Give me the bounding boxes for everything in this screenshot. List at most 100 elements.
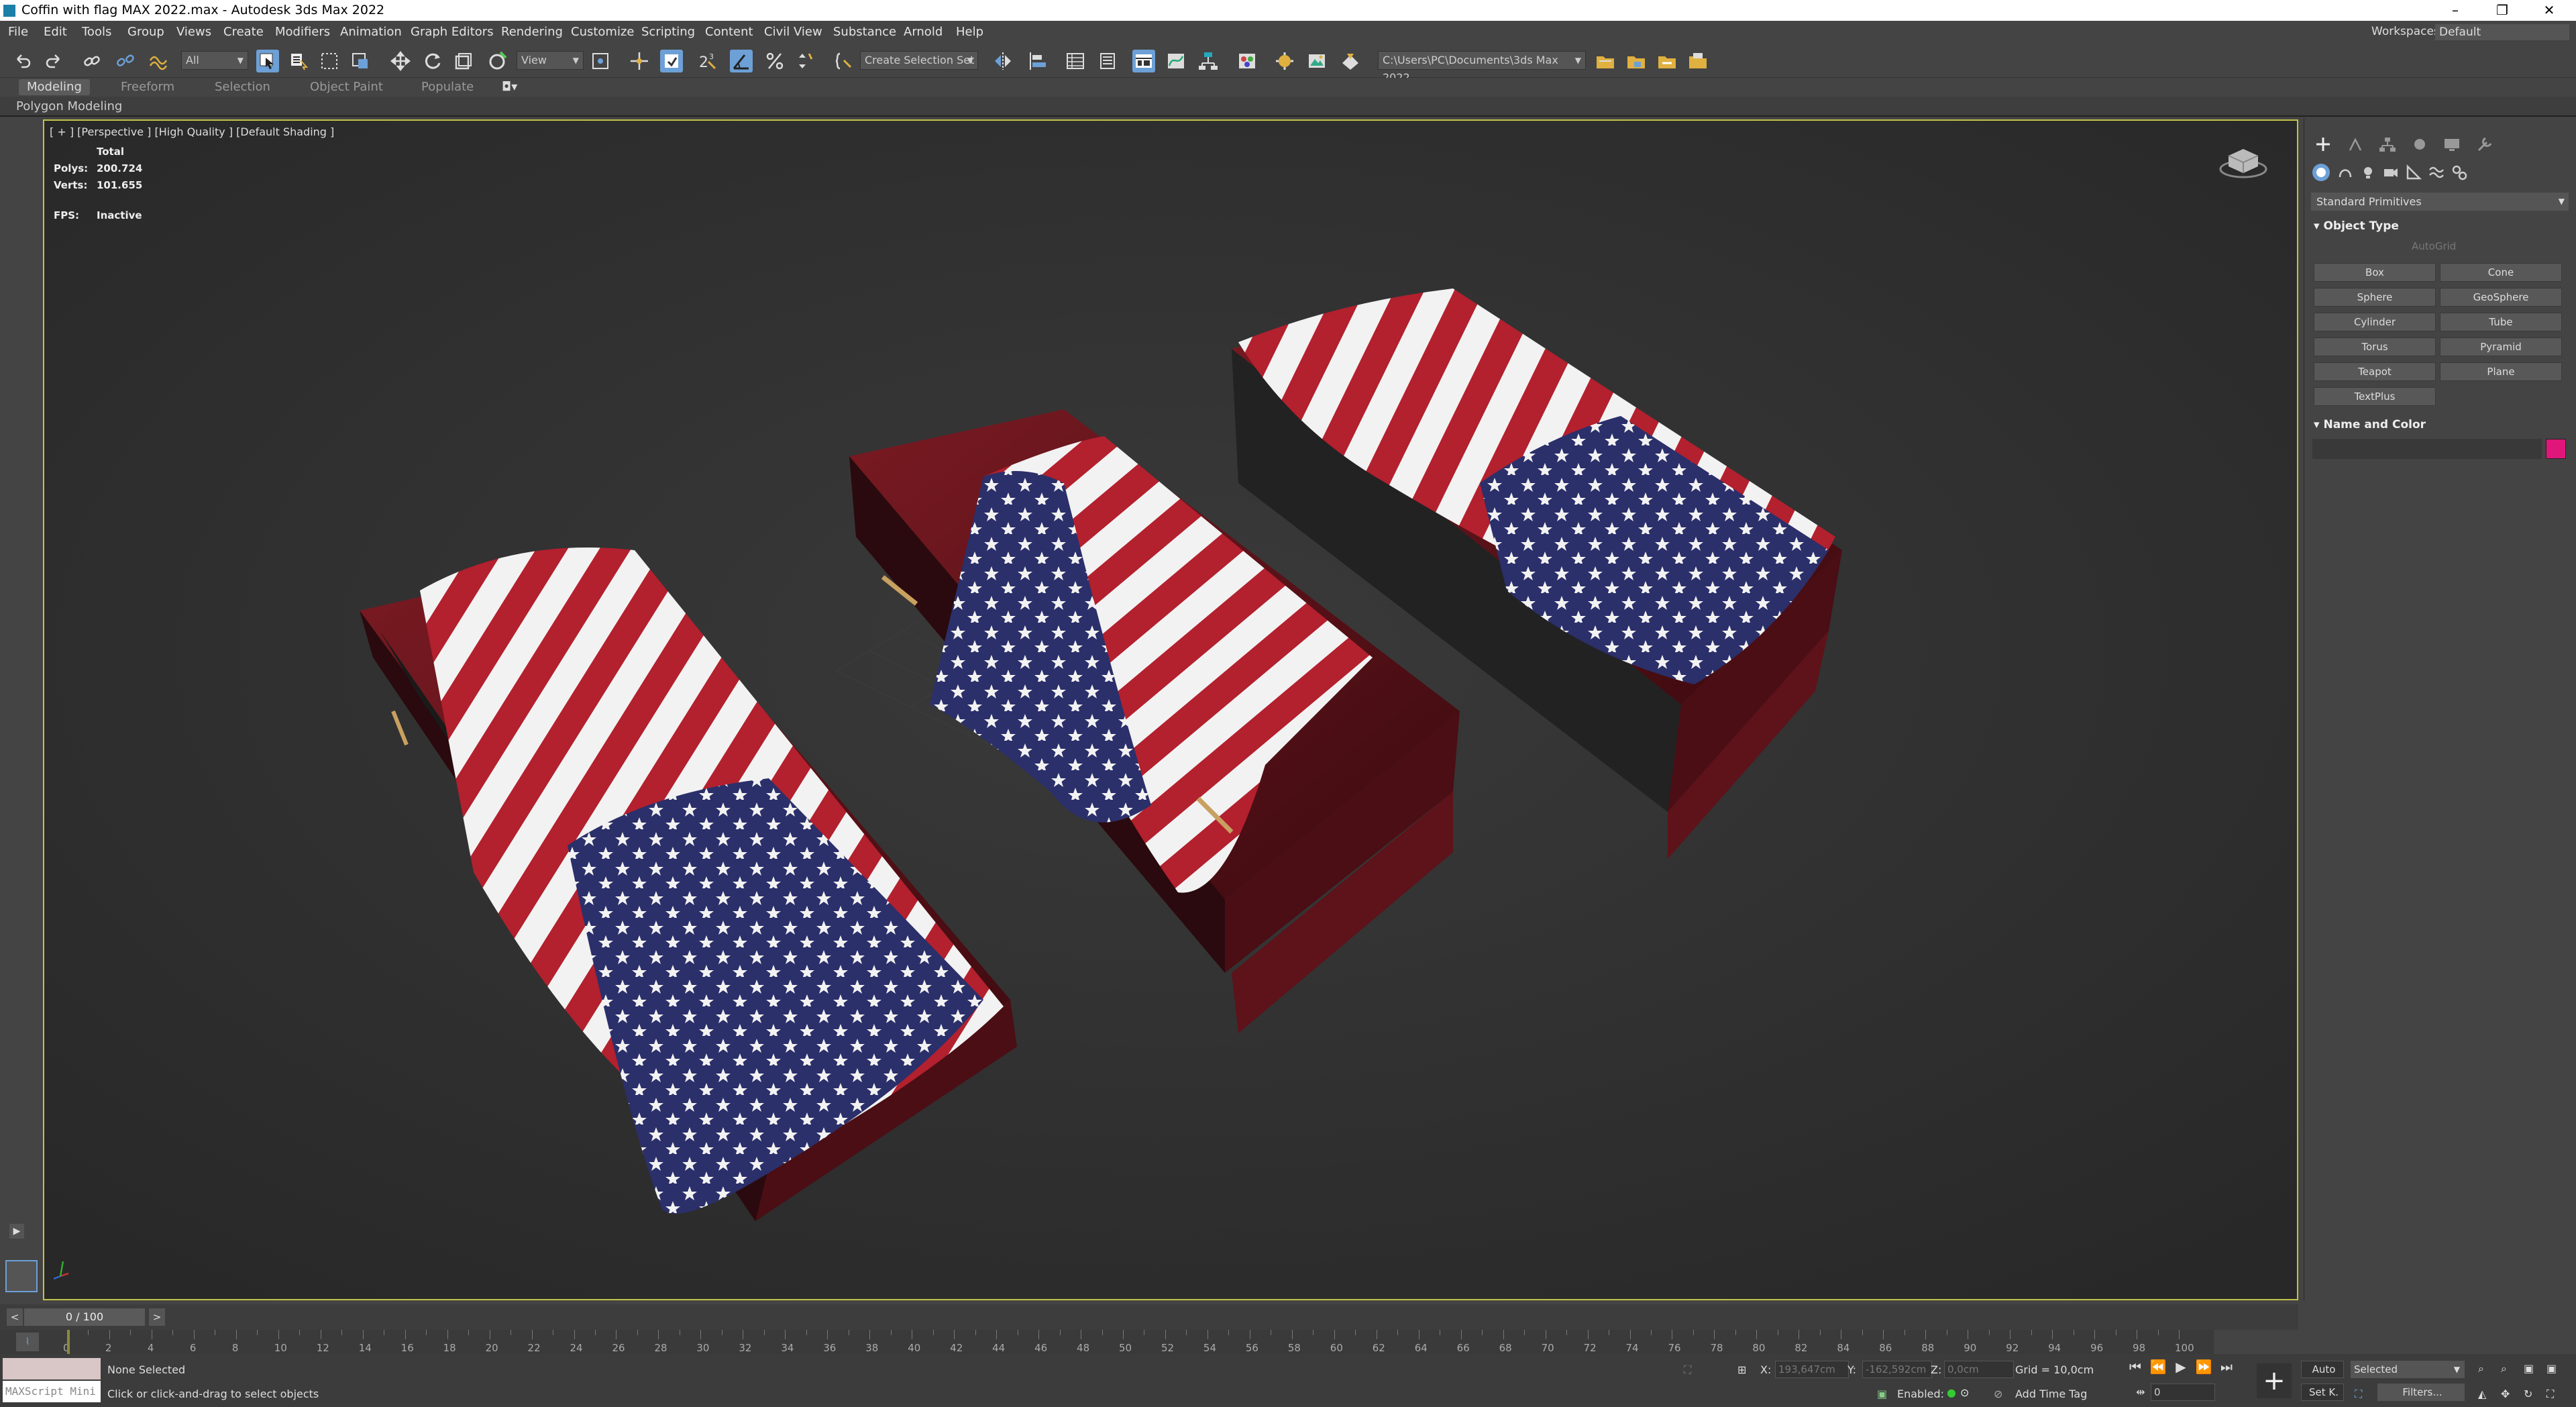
mirror-icon[interactable]	[991, 50, 1014, 72]
named-selection-set-dropdown[interactable]: Create Selection Set ▼	[860, 51, 978, 70]
ribbon-toggle-icon[interactable]	[1132, 50, 1155, 72]
teapot-button[interactable]: Teapot	[2314, 362, 2436, 381]
enabled-toggle[interactable]: ⊙	[1960, 1386, 1969, 1399]
viewport-layout-thumbnail[interactable]	[5, 1260, 38, 1292]
align-icon[interactable]	[1026, 50, 1049, 72]
ribbon-tab-freeform[interactable]: Freeform	[113, 79, 182, 95]
open-explorer-icon[interactable]	[1594, 50, 1617, 72]
play-icon[interactable]: ▶	[2169, 1357, 2192, 1377]
textplus-button[interactable]: TextPlus	[2314, 387, 2436, 406]
spinner-snap-icon[interactable]	[794, 50, 817, 72]
z-coordinate-field[interactable]: 0,0cm	[1944, 1361, 2014, 1378]
menu-modifiers[interactable]: Modifiers	[275, 21, 330, 43]
menu-civil-view[interactable]: Civil View	[764, 21, 822, 43]
orbit-icon[interactable]: ↻	[2524, 1388, 2532, 1400]
geosphere-button[interactable]: GeoSphere	[2440, 288, 2562, 307]
ribbon-tab-selection[interactable]: Selection	[207, 79, 278, 95]
schematic-view-icon[interactable]	[1197, 50, 1220, 72]
torus-button[interactable]: Torus	[2314, 337, 2436, 356]
track-bar[interactable]: ⌇ 0 2 4 6 8 10 12 14 16 18 20 22 24 26 28 30 32 34 36 38 40 4…	[0, 1330, 2214, 1354]
time-slider-thumb[interactable]: 0 / 100	[24, 1308, 145, 1326]
workspaces-dropdown[interactable]: Default	[2435, 24, 2569, 40]
menu-rendering[interactable]: Rendering	[501, 21, 563, 43]
menu-graph-editors[interactable]: Graph Editors	[411, 21, 494, 43]
set-key-button[interactable]: Set K.	[2301, 1384, 2344, 1401]
curve-editor-icon[interactable]	[1165, 50, 1187, 72]
zoom-extents-icon[interactable]: ▣	[2524, 1362, 2534, 1375]
ribbon-tab-object-paint[interactable]: Object Paint	[302, 79, 391, 95]
maxscript-listener[interactable]	[3, 1358, 101, 1379]
maximize-viewport-icon[interactable]: ⛶	[2546, 1388, 2554, 1401]
pyramid-button[interactable]: Pyramid	[2440, 337, 2562, 356]
minimize-button[interactable]: –	[2428, 0, 2482, 21]
hierarchy-tab-icon[interactable]	[2377, 134, 2398, 154]
select-manipulate-icon[interactable]	[628, 50, 651, 72]
ribbon-tab-modeling[interactable]: Modeling	[19, 79, 90, 95]
edit-named-selection-icon[interactable]	[832, 50, 855, 72]
pivot-center-icon[interactable]	[589, 50, 612, 72]
time-slider-prev[interactable]: <	[7, 1308, 23, 1326]
window-crossing-icon[interactable]	[349, 50, 372, 72]
sphere-button[interactable]: Sphere	[2314, 288, 2436, 307]
display-tab-icon[interactable]	[2441, 134, 2463, 154]
rotate-icon[interactable]	[421, 50, 444, 72]
move-icon[interactable]	[389, 50, 412, 72]
polygon-modeling-panel[interactable]: Polygon Modeling	[16, 97, 122, 117]
render-setup-icon[interactable]	[1273, 50, 1296, 72]
redo-icon[interactable]	[43, 50, 66, 72]
project-path-dropdown[interactable]: C:\Users\PC\Documents\3ds Max 2022▼	[1378, 51, 1586, 84]
perspective-viewport[interactable]: [ + ] [Perspective ] [High Quality ] [De…	[43, 119, 2298, 1300]
menu-group[interactable]: Group	[127, 21, 164, 43]
key-mode-icon[interactable]: ⇹	[2129, 1382, 2152, 1402]
add-time-tag[interactable]: Add Time Tag	[2015, 1388, 2087, 1400]
project-templates-icon[interactable]	[1686, 50, 1709, 72]
project-folder-icon[interactable]	[1625, 50, 1648, 72]
goto-start-icon[interactable]: ⏮	[2124, 1357, 2147, 1377]
autogrid-checkbox[interactable]: AutoGrid	[2412, 240, 2456, 252]
previous-frame-icon[interactable]: ⏪	[2147, 1357, 2169, 1377]
zoom-icon[interactable]: ⌕	[2478, 1362, 2484, 1375]
helpers-icon[interactable]	[2405, 164, 2422, 181]
auto-key-button[interactable]: Auto	[2301, 1361, 2344, 1378]
undo-icon[interactable]	[11, 50, 34, 72]
menu-animation[interactable]: Animation	[340, 21, 402, 43]
menu-create[interactable]: Create	[223, 21, 264, 43]
set-project-icon[interactable]	[1656, 50, 1678, 72]
time-slider-next[interactable]: >	[149, 1308, 165, 1326]
render-production-icon[interactable]	[1339, 50, 1362, 72]
place-icon[interactable]	[486, 50, 508, 72]
keyboard-shortcut-override-icon[interactable]	[660, 50, 683, 72]
adaptive-degradation-icon[interactable]: ▣	[1877, 1388, 1887, 1400]
plane-button[interactable]: Plane	[2440, 362, 2562, 381]
bind-space-warp-icon[interactable]	[146, 50, 169, 72]
x-coordinate-field[interactable]: 193,647cm	[1775, 1361, 1849, 1378]
time-slider[interactable]: < 0 / 100 >	[0, 1304, 2298, 1330]
zoom-all-icon[interactable]: ⌕	[2501, 1362, 2507, 1375]
geometry-icon[interactable]	[2312, 164, 2330, 181]
link-icon[interactable]	[80, 50, 103, 72]
isolate-selection-icon[interactable]: ⛶	[1684, 1363, 1691, 1377]
viewcube-icon[interactable]	[2219, 142, 2267, 180]
select-object-icon[interactable]	[256, 50, 279, 72]
expand-layout-icon[interactable]: ▶	[9, 1224, 24, 1239]
shapes-icon[interactable]	[2337, 164, 2354, 181]
utilities-tab-icon[interactable]	[2473, 134, 2495, 154]
object-type-rollout-header[interactable]: ▾ Object Type	[2311, 217, 2399, 235]
scene-explorer-icon[interactable]	[1064, 50, 1087, 72]
scale-icon[interactable]	[452, 50, 475, 72]
ribbon-options-icon[interactable]: ◘▾	[494, 79, 525, 95]
menu-edit[interactable]: Edit	[44, 21, 67, 43]
unlink-icon[interactable]	[114, 50, 137, 72]
y-coordinate-field[interactable]: -162,592cm	[1862, 1361, 1932, 1378]
absolute-mode-icon[interactable]: ⊞	[1737, 1363, 1746, 1376]
menu-arnold[interactable]: Arnold	[904, 21, 943, 43]
maxscript-mini-field[interactable]: MAXScript Mini	[3, 1381, 101, 1402]
restore-button[interactable]: ❐	[2475, 0, 2529, 21]
menu-scripting[interactable]: Scripting	[641, 21, 695, 43]
cylinder-button[interactable]: Cylinder	[2314, 313, 2436, 331]
reference-coordinate-dropdown[interactable]: View ▼	[517, 51, 584, 70]
material-editor-icon[interactable]	[1236, 50, 1258, 72]
angle-snap-icon[interactable]	[730, 50, 753, 72]
rendered-frame-window-icon[interactable]	[1305, 50, 1328, 72]
open-mini-curve-editor-icon[interactable]: ⌇	[16, 1333, 39, 1351]
